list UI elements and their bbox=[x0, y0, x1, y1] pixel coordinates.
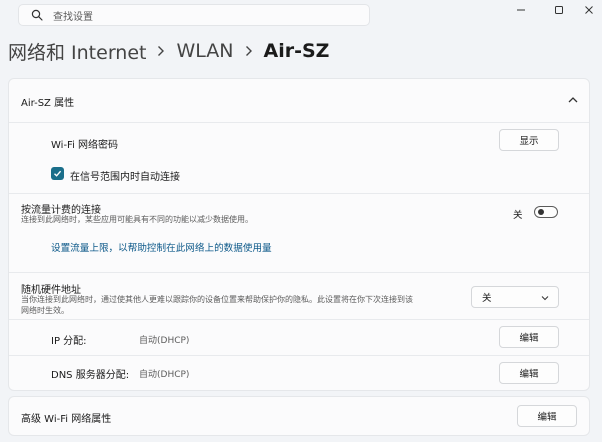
ip-assignment-value: 自动(DHCP) bbox=[139, 336, 190, 346]
properties-title: Air-SZ 属性 bbox=[21, 98, 75, 109]
dns-assignment-label: DNS 服务器分配: bbox=[51, 370, 130, 381]
breadcrumb-network-internet[interactable]: 网络和 Internet bbox=[8, 38, 146, 65]
metered-toggle-text: 关 bbox=[513, 210, 523, 221]
checkmark-icon bbox=[54, 170, 62, 177]
chevron-right-icon bbox=[157, 45, 165, 57]
wifi-password-label: Wi-Fi 网络密码 bbox=[51, 140, 119, 151]
ip-assignment-label: IP 分配: bbox=[51, 336, 87, 347]
edit-ip-button[interactable]: 编辑 bbox=[499, 326, 559, 348]
edit-advanced-button[interactable]: 编辑 bbox=[517, 405, 577, 427]
search-icon bbox=[31, 6, 43, 25]
breadcrumb: 网络和 Internet WLAN Air-SZ bbox=[8, 38, 329, 64]
data-limit-link[interactable]: 设置流量上限，以帮助控制在此网络上的数据使用量 bbox=[51, 240, 272, 254]
divider bbox=[9, 272, 589, 273]
dns-assignment-value: 自动(DHCP) bbox=[139, 370, 190, 380]
random-mac-select[interactable]: 关 bbox=[471, 286, 559, 308]
advanced-card: 高级 Wi-Fi 网络属性 编辑 bbox=[8, 396, 590, 436]
close-icon[interactable] bbox=[578, 2, 600, 18]
random-mac-description-2: 网络时生效。 bbox=[21, 306, 69, 315]
show-password-button[interactable]: 显示 bbox=[499, 129, 559, 151]
search-placeholder: 查找设置 bbox=[53, 11, 93, 23]
auto-connect-label: 在信号范围内时自动连接 bbox=[70, 172, 180, 183]
random-mac-selected: 关 bbox=[482, 293, 492, 304]
chevron-down-icon bbox=[541, 296, 549, 301]
chevron-up-icon[interactable] bbox=[567, 94, 579, 106]
chevron-right-icon bbox=[245, 45, 253, 57]
page-title: Air-SZ bbox=[263, 40, 330, 62]
auto-connect-checkbox[interactable] bbox=[51, 167, 64, 180]
properties-card: Air-SZ 属性 Wi-Fi 网络密码 显示 在信号范围内时自动连接 按流量计… bbox=[8, 78, 590, 391]
metered-toggle[interactable] bbox=[534, 206, 558, 218]
divider bbox=[9, 355, 589, 356]
divider bbox=[9, 319, 589, 320]
maximize-icon[interactable] bbox=[548, 2, 570, 18]
properties-header[interactable]: Air-SZ 属性 bbox=[9, 79, 589, 123]
advanced-label: 高级 Wi-Fi 网络属性 bbox=[21, 414, 112, 425]
metered-description: 连接到此网络时，某些应用可能具有不同的功能以减少数据使用。 bbox=[21, 215, 253, 224]
settings-window: 查找设置 网络和 Internet WLAN Air-SZ Air-SZ 属性 … bbox=[0, 0, 602, 442]
breadcrumb-wlan[interactable]: WLAN bbox=[176, 40, 233, 62]
random-mac-description-1: 当你连接到此网络时，通过使其他人更难以跟踪你的设备位置来帮助保护你的隐私。此设置… bbox=[21, 295, 413, 304]
divider bbox=[9, 193, 589, 194]
minimize-icon[interactable] bbox=[510, 2, 532, 18]
search-input[interactable]: 查找设置 bbox=[18, 4, 370, 26]
edit-dns-button[interactable]: 编辑 bbox=[499, 362, 559, 384]
